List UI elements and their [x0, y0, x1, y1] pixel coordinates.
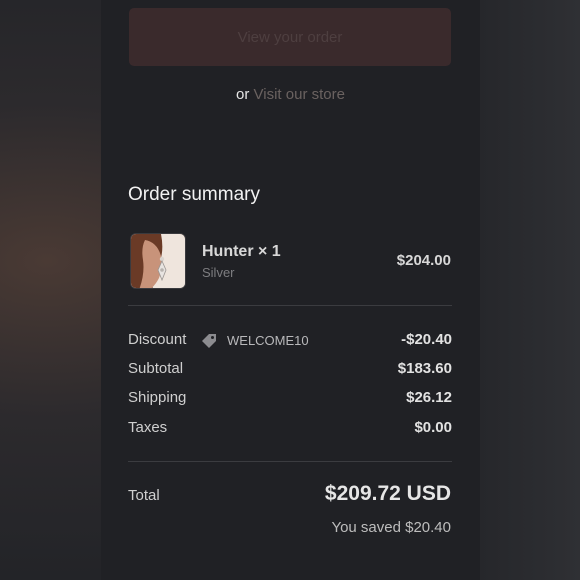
item-variant: Silver — [202, 265, 235, 280]
taxes-label: Taxes — [128, 419, 168, 436]
subtotal-value: $183.60 — [397, 360, 452, 377]
total-value: $209.72 USD — [324, 482, 451, 505]
subtotal-label: Subtotal — [128, 360, 184, 377]
shipping-label: Shipping — [128, 389, 187, 406]
taxes-row: Taxes $0.00 — [128, 419, 452, 439]
discount-row: Discount WELCOME10 -$20.40 — [128, 331, 452, 351]
shipping-value: $26.12 — [406, 389, 452, 406]
divider-items — [128, 305, 452, 306]
order-summary-title: Order summary — [128, 184, 260, 205]
taxes-value: $0.00 — [414, 419, 452, 436]
checkout-panel: View your order or Visit our store Order… — [101, 0, 480, 580]
discount-value: -$20.40 — [401, 331, 452, 348]
item-price: $204.00 — [396, 252, 451, 269]
shipping-row: Shipping $26.12 — [128, 389, 452, 409]
discount-code: WELCOME10 — [227, 333, 309, 348]
product-thumbnail — [130, 233, 186, 289]
visit-store-line: or Visit our store — [101, 86, 480, 103]
background-right — [480, 0, 580, 580]
tag-icon — [202, 334, 216, 348]
total-label: Total — [128, 487, 160, 504]
savings-text: You saved $20.40 — [331, 519, 451, 536]
divider-totals — [128, 461, 452, 462]
discount-label: Discount — [128, 331, 187, 348]
visit-prefix: or — [236, 86, 250, 103]
item-name: Hunter × 1 — [202, 243, 281, 260]
view-order-button[interactable]: View your order — [129, 8, 451, 66]
visit-store-link[interactable]: Visit our store — [254, 86, 345, 103]
subtotal-row: Subtotal $183.60 — [128, 360, 452, 380]
earring-product-photo — [131, 234, 185, 288]
view-order-label: View your order — [237, 28, 343, 46]
